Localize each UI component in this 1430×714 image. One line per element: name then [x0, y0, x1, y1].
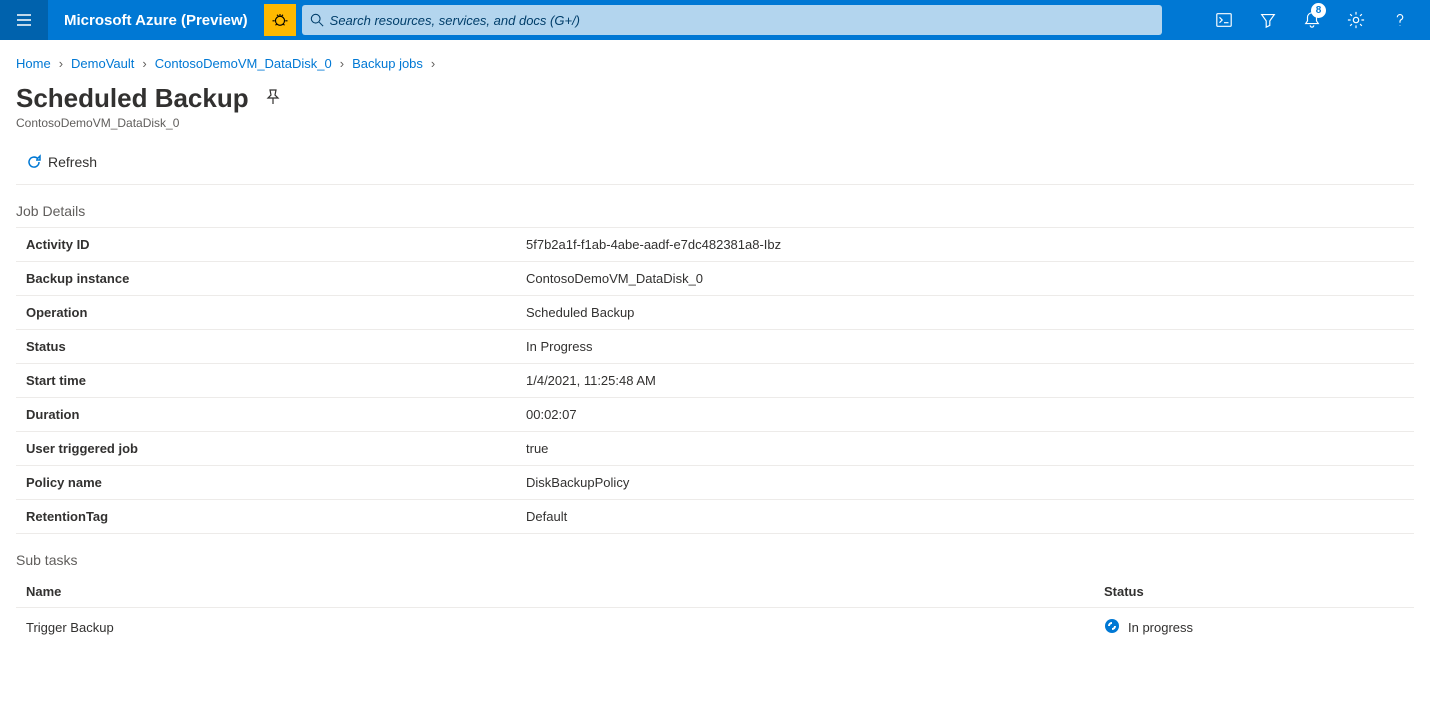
sub-tasks-heading: Sub tasks: [16, 552, 1414, 568]
detail-key: Policy name: [16, 466, 516, 500]
sub-task-status: In progress: [1104, 618, 1404, 637]
table-row: RetentionTagDefault: [16, 500, 1414, 534]
sub-task-row: Trigger Backup In progress: [16, 607, 1414, 647]
sub-task-name: Trigger Backup: [26, 620, 1104, 635]
in-progress-icon: [1104, 618, 1120, 637]
breadcrumb-link[interactable]: Backup jobs: [352, 56, 423, 71]
cloud-shell-button[interactable]: [1202, 0, 1246, 40]
refresh-label: Refresh: [48, 154, 97, 170]
detail-key: Activity ID: [16, 228, 516, 262]
detail-key: User triggered job: [16, 432, 516, 466]
refresh-icon: [26, 154, 42, 170]
table-row: User triggered jobtrue: [16, 432, 1414, 466]
global-search[interactable]: [302, 5, 1162, 35]
breadcrumb: Home › DemoVault › ContosoDemoVM_DataDis…: [16, 56, 1414, 71]
detail-value: Scheduled Backup: [516, 296, 1414, 330]
page-title: Scheduled Backup: [16, 83, 249, 114]
top-navigation-bar: Microsoft Azure (Preview) 8: [0, 0, 1430, 40]
search-icon: [310, 13, 324, 27]
bug-icon: [271, 11, 289, 29]
hamburger-icon: [16, 12, 32, 28]
cloud-shell-icon: [1215, 11, 1233, 29]
detail-key: RetentionTag: [16, 500, 516, 534]
column-header-status[interactable]: Status: [1104, 584, 1404, 599]
detail-key: Operation: [16, 296, 516, 330]
detail-key: Duration: [16, 398, 516, 432]
detail-key: Status: [16, 330, 516, 364]
table-row: Backup instanceContosoDemoVM_DataDisk_0: [16, 262, 1414, 296]
detail-value: DiskBackupPolicy: [516, 466, 1414, 500]
chevron-right-icon: ›: [142, 56, 146, 71]
help-icon: [1391, 11, 1409, 29]
detail-value: Default: [516, 500, 1414, 534]
preview-feedback-button[interactable]: [264, 4, 296, 36]
detail-value: 1/4/2021, 11:25:48 AM: [516, 364, 1414, 398]
pin-button[interactable]: [265, 89, 281, 108]
page-header: Scheduled Backup: [16, 83, 1414, 114]
chevron-right-icon: ›: [340, 56, 344, 71]
chevron-right-icon: ›: [431, 56, 435, 71]
status-text: In progress: [1128, 620, 1193, 635]
detail-value: true: [516, 432, 1414, 466]
job-details-heading: Job Details: [16, 203, 1414, 219]
chevron-right-icon: ›: [59, 56, 63, 71]
notification-badge: 8: [1311, 3, 1326, 18]
refresh-button[interactable]: Refresh: [16, 150, 107, 174]
search-input[interactable]: [330, 13, 1154, 28]
help-button[interactable]: [1378, 0, 1422, 40]
detail-value: In Progress: [516, 330, 1414, 364]
directory-filter-button[interactable]: [1246, 0, 1290, 40]
table-row: Duration00:02:07: [16, 398, 1414, 432]
page-subtitle: ContosoDemoVM_DataDisk_0: [16, 116, 1414, 130]
page-content: Home › DemoVault › ContosoDemoVM_DataDis…: [0, 40, 1430, 667]
detail-value: 5f7b2a1f-f1ab-4abe-aadf-e7dc482381a8-Ibz: [516, 228, 1414, 262]
detail-value: ContosoDemoVM_DataDisk_0: [516, 262, 1414, 296]
gear-icon: [1347, 11, 1365, 29]
top-icon-group: 8: [1202, 0, 1430, 40]
detail-value: 00:02:07: [516, 398, 1414, 432]
notifications-button[interactable]: 8: [1290, 0, 1334, 40]
table-row: Activity ID5f7b2a1f-f1ab-4abe-aadf-e7dc4…: [16, 228, 1414, 262]
sub-tasks-header-row: Name Status: [16, 576, 1414, 607]
pin-icon: [265, 89, 281, 105]
column-header-name[interactable]: Name: [26, 584, 1104, 599]
detail-key: Backup instance: [16, 262, 516, 296]
detail-key: Start time: [16, 364, 516, 398]
table-row: Policy nameDiskBackupPolicy: [16, 466, 1414, 500]
menu-button[interactable]: [0, 0, 48, 40]
job-details-table: Activity ID5f7b2a1f-f1ab-4abe-aadf-e7dc4…: [16, 227, 1414, 534]
table-row: OperationScheduled Backup: [16, 296, 1414, 330]
settings-button[interactable]: [1334, 0, 1378, 40]
brand-label: Microsoft Azure (Preview): [48, 12, 264, 29]
breadcrumb-link[interactable]: ContosoDemoVM_DataDisk_0: [155, 56, 332, 71]
filter-icon: [1259, 11, 1277, 29]
table-row: StatusIn Progress: [16, 330, 1414, 364]
command-bar: Refresh: [16, 144, 1414, 185]
breadcrumb-link[interactable]: DemoVault: [71, 56, 134, 71]
breadcrumb-link[interactable]: Home: [16, 56, 51, 71]
table-row: Start time1/4/2021, 11:25:48 AM: [16, 364, 1414, 398]
